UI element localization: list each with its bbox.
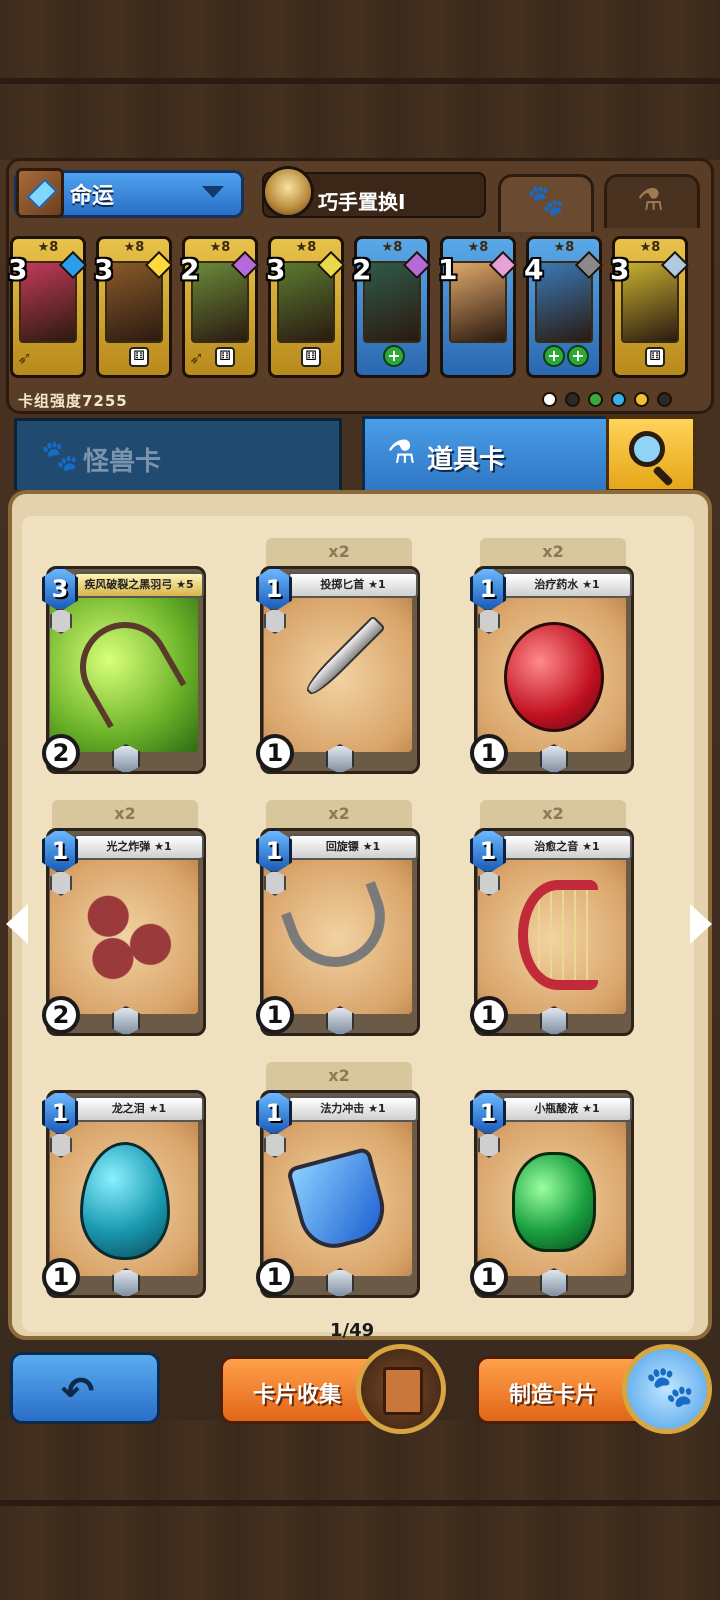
element-filter-dot-icon[interactable] — [588, 392, 603, 407]
element-filter-dot-icon[interactable] — [657, 392, 672, 407]
card-level: 2 — [352, 253, 372, 286]
card-quantity: 1 — [470, 734, 508, 772]
card-quantity: 1 — [256, 734, 294, 772]
deck-card[interactable]: ★8 3 ➶ — [8, 236, 88, 378]
card-level: 3 — [610, 253, 630, 286]
deck-name: 命运 — [70, 184, 115, 209]
deck-card[interactable]: ★8 2 + — [352, 236, 432, 378]
card-level: 2 — [180, 253, 200, 286]
deck-card[interactable]: ★8 1 — [438, 236, 518, 378]
item-card[interactable]: 龙之泪 ★1 1 1 — [40, 1062, 210, 1298]
card-quantity: 1 — [470, 996, 508, 1034]
tab-item-label: 道具卡 — [427, 445, 506, 475]
deck-card[interactable]: ★8 3 ⚅ — [94, 236, 174, 378]
undo-arrow-icon: ↶ — [61, 1369, 95, 1415]
search-icon — [629, 431, 665, 467]
card-title: 投掷匕首 ★1 — [288, 572, 418, 598]
deck-power-label: 卡组强度7255 — [18, 392, 128, 410]
item-card[interactable]: x2 治愈之音 ★1 1 1 — [468, 800, 638, 1036]
card-collection-emblem[interactable] — [356, 1344, 446, 1434]
card-level: 3 — [266, 253, 286, 286]
element-filter-dots — [542, 392, 680, 411]
back-button[interactable]: ↶ — [10, 1352, 160, 1424]
deck-book-icon — [16, 168, 64, 218]
element-filter-dot-icon[interactable] — [634, 392, 649, 407]
item-card[interactable]: x2 光之炸弹 ★1 1 2 — [40, 800, 210, 1036]
flask-icon: ⚗ — [637, 183, 664, 218]
card-level: 3 — [8, 253, 28, 286]
craft-card-emblem[interactable]: 🐾 — [622, 1344, 712, 1434]
item-card[interactable]: x2 治疗药水 ★1 1 1 — [468, 538, 638, 774]
card-title: 疾风破裂之黑羽弓 ★5 — [74, 572, 204, 598]
tab-monster-cards[interactable]: 🐾 怪兽卡 — [14, 418, 342, 490]
prev-page-arrow-icon[interactable] — [6, 904, 28, 944]
element-filter-dot-icon[interactable] — [542, 392, 557, 407]
paw-icon: 🐾 — [41, 439, 79, 474]
paw-icon: 🐾 — [645, 1364, 695, 1410]
tab-monster-label: 怪兽卡 — [83, 447, 162, 477]
card-quantity: 2 — [42, 734, 80, 772]
dice-icon: ⚅ — [645, 347, 665, 367]
flask-icon: ⚗ — [387, 433, 416, 471]
dice-icon: ⚅ — [129, 347, 149, 367]
item-art-bombs-icon — [80, 888, 174, 982]
deck-card[interactable]: ★8 3 ⚅ — [266, 236, 346, 378]
card-level: 1 — [438, 253, 458, 286]
card-quantity: 1 — [42, 1258, 80, 1296]
item-card[interactable]: x2 投掷匕首 ★1 1 1 — [254, 538, 424, 774]
card-title: 法力冲击 ★1 — [288, 1096, 418, 1122]
deck-card[interactable]: ★8 4 + + — [524, 236, 604, 378]
card-quantity: 2 — [42, 996, 80, 1034]
item-art-potion-icon — [504, 622, 604, 732]
tab-monster-deck[interactable]: 🐾 — [498, 174, 594, 232]
card-level: 3 — [94, 253, 114, 286]
card-level: 4 — [524, 253, 544, 286]
element-filter-dot-icon[interactable] — [565, 392, 580, 407]
swap-hero-avatar[interactable] — [262, 166, 314, 218]
tab-item-cards[interactable]: ⚗ 道具卡 — [362, 416, 610, 490]
page-indicator: 1/49 — [330, 1320, 375, 1341]
item-art-acid-icon — [512, 1152, 596, 1252]
item-card[interactable]: 小瓶酸液 ★1 1 1 — [468, 1062, 638, 1298]
paw-icon: 🐾 — [527, 183, 565, 218]
search-icon-handle — [652, 465, 674, 487]
heal-plus-icon: + — [567, 345, 589, 367]
chevron-down-icon[interactable] — [202, 186, 224, 198]
bow-icon: ➶ — [189, 348, 205, 369]
card-quantity: 1 — [256, 1258, 294, 1296]
item-card[interactable]: x2 法力冲击 ★1 1 1 — [254, 1062, 424, 1298]
bow-icon: ➶ — [17, 348, 33, 369]
card-title: 回旋镖 ★1 — [288, 834, 418, 860]
card-title: 龙之泪 ★1 — [74, 1096, 204, 1122]
heal-plus-icon: + — [543, 345, 565, 367]
deck-card-strip: ★8 3 ➶ ★8 3 ⚅ ★8 2 ⚅ ➶ ★8 3 ⚅ ★8 2 + ★8 1 ★8 4 + + ★8 3 ⚅ — [8, 232, 710, 382]
card-title: 光之炸弹 ★1 — [74, 834, 204, 860]
dice-icon: ⚅ — [301, 347, 321, 367]
tab-potion-deck[interactable]: ⚗ — [604, 174, 700, 228]
search-button[interactable] — [606, 416, 696, 492]
card-quantity: 1 — [470, 1258, 508, 1296]
deck-card[interactable]: ★8 2 ⚅ ➶ — [180, 236, 260, 378]
card-title: 治愈之音 ★1 — [502, 834, 632, 860]
card-collection-label: 卡片收集 — [253, 1383, 342, 1408]
craft-card-label: 制造卡片 — [509, 1383, 598, 1408]
element-filter-dot-icon[interactable] — [611, 392, 626, 407]
item-card[interactable]: x2 回旋镖 ★1 1 1 — [254, 800, 424, 1036]
card-grid-area: 疾风破裂之黑羽弓 ★5 3 2 x2 投掷匕首 ★1 1 1 x2 治疗药水 ★1 1 1 x2 光之炸… — [22, 516, 694, 1332]
card-title: 治疗药水 ★1 — [502, 572, 632, 598]
card-pack-icon — [383, 1367, 423, 1415]
item-card[interactable]: 疾风破裂之黑羽弓 ★5 3 2 — [40, 538, 210, 774]
card-title: 小瓶酸液 ★1 — [502, 1096, 632, 1122]
next-page-arrow-icon[interactable] — [690, 904, 712, 944]
card-quantity: 1 — [256, 996, 294, 1034]
dice-icon: ⚅ — [215, 347, 235, 367]
heal-plus-icon: + — [383, 345, 405, 367]
wood-frame-top — [0, 0, 720, 160]
deck-card[interactable]: ★8 3 ⚅ — [610, 236, 690, 378]
swap-ability-label: 巧手置换Ⅰ — [318, 190, 406, 214]
item-art-harp-icon — [518, 880, 598, 990]
wood-frame-bottom — [0, 1420, 720, 1600]
